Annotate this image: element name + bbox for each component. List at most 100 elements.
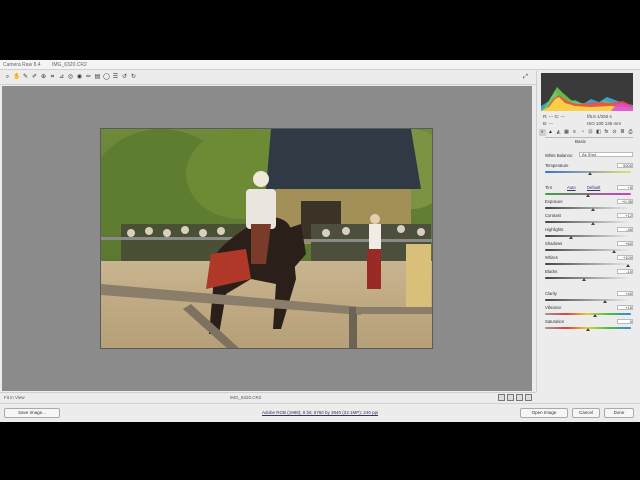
adjustments-panel: R: --- G: --- f/5.6 1/250 s B: --- ISO 1… bbox=[536, 71, 640, 392]
spot-removal-tool-icon[interactable]: ◎ bbox=[67, 74, 74, 81]
panel-tab-2-icon[interactable]: ◭ bbox=[555, 129, 562, 136]
saturation-slider-thumb[interactable] bbox=[586, 328, 590, 331]
title-bar: Camera Raw 8.4 IMG_6320.CR2 bbox=[0, 60, 640, 70]
panel-tab-10-icon[interactable]: ≣ bbox=[619, 129, 626, 136]
adjustment-brush-tool-icon[interactable]: ✏ bbox=[85, 74, 92, 81]
clarity-slider-thumb[interactable] bbox=[603, 300, 608, 303]
white-balance-label: White Balance: bbox=[545, 153, 574, 158]
panel-tab-5-icon[interactable]: ◔ bbox=[579, 129, 586, 136]
status-bar: Fit in View IMG_6320.CR2 bbox=[0, 392, 536, 402]
whites-slider-thumb[interactable] bbox=[625, 264, 630, 267]
contrast-label: Contrast bbox=[545, 213, 561, 218]
horse-rider-photo bbox=[101, 129, 432, 348]
radial-filter-tool-icon[interactable]: ◯ bbox=[103, 74, 110, 81]
open-image-button[interactable]: Open Image bbox=[520, 408, 568, 418]
default-button[interactable]: Default bbox=[587, 185, 600, 190]
shadows-slider-thumb[interactable] bbox=[611, 250, 616, 253]
contrast-value[interactable]: +12 bbox=[617, 213, 633, 218]
vibrance-slider-thumb[interactable] bbox=[592, 314, 597, 317]
saturation-value[interactable]: 0 bbox=[617, 319, 633, 324]
tint-value[interactable]: +5 bbox=[617, 185, 633, 190]
panel-section-title: Basic bbox=[575, 139, 587, 144]
fullscreen-icon[interactable]: ⤢ bbox=[522, 74, 529, 81]
shadows-slider[interactable] bbox=[545, 249, 631, 251]
whites-label: Whites bbox=[545, 255, 558, 260]
tabs-divider bbox=[545, 137, 633, 138]
whites-value[interactable]: +100 bbox=[617, 255, 633, 260]
white-balance-select[interactable]: As Shot bbox=[579, 152, 633, 157]
tint-slider-thumb[interactable] bbox=[586, 194, 590, 197]
blacks-slider-thumb[interactable] bbox=[581, 278, 586, 281]
panel-tab-11-icon[interactable]: ⎙ bbox=[627, 129, 634, 136]
image-canvas[interactable] bbox=[2, 86, 532, 391]
temperature-value[interactable]: 5200 bbox=[617, 163, 633, 168]
rgb-readout-b: B: --- bbox=[543, 121, 553, 126]
graduated-filter-tool-icon[interactable]: ▤ bbox=[94, 74, 101, 81]
panel-tab-4-icon[interactable]: ≡ bbox=[571, 129, 578, 136]
before-after-icon[interactable] bbox=[498, 394, 505, 401]
saturation-label: Saturation bbox=[545, 319, 565, 324]
blacks-value[interactable]: -10 bbox=[617, 269, 633, 274]
vibrance-label: Vibrance bbox=[545, 305, 562, 310]
done-button[interactable]: Done bbox=[604, 408, 634, 418]
panel-tab-9-icon[interactable]: ⊙ bbox=[611, 129, 618, 136]
clarity-value[interactable]: +40 bbox=[617, 291, 633, 296]
temperature-slider-thumb[interactable] bbox=[587, 172, 592, 175]
rotate-left-tool-icon[interactable]: ↺ bbox=[121, 74, 128, 81]
highlights-slider-thumb[interactable] bbox=[568, 236, 573, 239]
toggle-preview-icon[interactable] bbox=[525, 394, 532, 401]
preferences-tool-icon[interactable]: ☰ bbox=[112, 74, 119, 81]
bottom-bar: Save Image... Adobe RGB (1998); 8 bit; 5… bbox=[0, 403, 640, 422]
clarity-slider[interactable] bbox=[545, 299, 631, 301]
panel-tab-1-icon[interactable]: ▲ bbox=[547, 129, 554, 136]
contrast-slider[interactable] bbox=[545, 221, 631, 223]
blacks-slider[interactable] bbox=[545, 277, 631, 279]
panel-tab-8-icon[interactable]: fx bbox=[603, 129, 610, 136]
rotate-right-tool-icon[interactable]: ↻ bbox=[130, 74, 137, 81]
exif-readout-2: ISO 100 135 mm bbox=[587, 121, 622, 126]
straighten-tool-icon[interactable]: ⊿ bbox=[58, 74, 65, 81]
panel-tab-7-icon[interactable]: ◧ bbox=[595, 129, 602, 136]
panel-tabs: ◐ ▲ ◭ ▦ ≡ ◔ ⊡ ◧ fx ⊙ ≣ ⎙ bbox=[539, 129, 637, 137]
hand-tool-icon[interactable]: ✋ bbox=[13, 74, 20, 81]
exposure-value[interactable]: +0.35 bbox=[617, 199, 633, 204]
exif-readout: f/5.6 1/250 s bbox=[587, 114, 612, 119]
zoom-tool-icon[interactable]: ⌕ bbox=[4, 74, 11, 81]
highlights-slider[interactable] bbox=[545, 235, 631, 237]
highlights-value[interactable]: -45 bbox=[617, 227, 633, 232]
color-sampler-tool-icon[interactable]: ✐ bbox=[31, 74, 38, 81]
zoom-level[interactable]: Fit in View bbox=[4, 395, 25, 400]
rgb-readout: R: --- G: --- bbox=[543, 114, 565, 119]
histogram bbox=[541, 73, 633, 111]
panel-tab-3-icon[interactable]: ▦ bbox=[563, 129, 570, 136]
clarity-label: Clarity bbox=[545, 291, 557, 296]
panel-tab-6-icon[interactable]: ⊡ bbox=[587, 129, 594, 136]
highlights-label: Highlights bbox=[545, 227, 564, 232]
whites-slider[interactable] bbox=[545, 263, 631, 265]
crop-tool-icon[interactable]: ⌗ bbox=[49, 74, 56, 81]
auto-button[interactable]: Auto bbox=[567, 185, 576, 190]
exposure-slider-thumb[interactable] bbox=[591, 208, 596, 211]
toolbar: ⌕ ✋ ✎ ✐ ⊕ ⌗ ⊿ ◎ ◉ ✏ ▤ ◯ ☰ ↺ ↻ ⤢ bbox=[0, 71, 536, 85]
panel-tab-0-icon[interactable]: ◐ bbox=[539, 129, 546, 136]
save-image-button[interactable]: Save Image... bbox=[4, 408, 60, 418]
copy-settings-icon[interactable] bbox=[516, 394, 523, 401]
app-title: Camera Raw 8.4 bbox=[3, 62, 41, 68]
shadows-value[interactable]: +60 bbox=[617, 241, 633, 246]
workflow-options-link[interactable]: Adobe RGB (1998); 8 bit; 5760 by 3840 (2… bbox=[262, 410, 378, 415]
tint-label: Tint bbox=[545, 185, 552, 190]
blacks-label: Blacks bbox=[545, 269, 558, 274]
photo-preview[interactable] bbox=[100, 128, 433, 349]
temperature-label: Temperature bbox=[545, 163, 569, 168]
camera-raw-window: Camera Raw 8.4 IMG_6320.CR2 ⌕ ✋ ✎ ✐ ⊕ ⌗ ⊿ ◎ ◉ ✏ ▤ ◯… bbox=[0, 60, 640, 422]
white-balance-tool-icon[interactable]: ✎ bbox=[22, 74, 29, 81]
targeted-adjustment-tool-icon[interactable]: ⊕ bbox=[40, 74, 47, 81]
contrast-slider-thumb[interactable] bbox=[591, 222, 596, 225]
status-filename: IMG_6320.CR2 bbox=[230, 395, 262, 400]
red-eye-tool-icon[interactable]: ◉ bbox=[76, 74, 83, 81]
swap-settings-icon[interactable] bbox=[507, 394, 514, 401]
vibrance-value[interactable]: +15 bbox=[617, 305, 633, 310]
cancel-button[interactable]: Cancel bbox=[572, 408, 600, 418]
exposure-slider[interactable] bbox=[545, 207, 631, 209]
vibrance-slider[interactable] bbox=[545, 313, 631, 315]
